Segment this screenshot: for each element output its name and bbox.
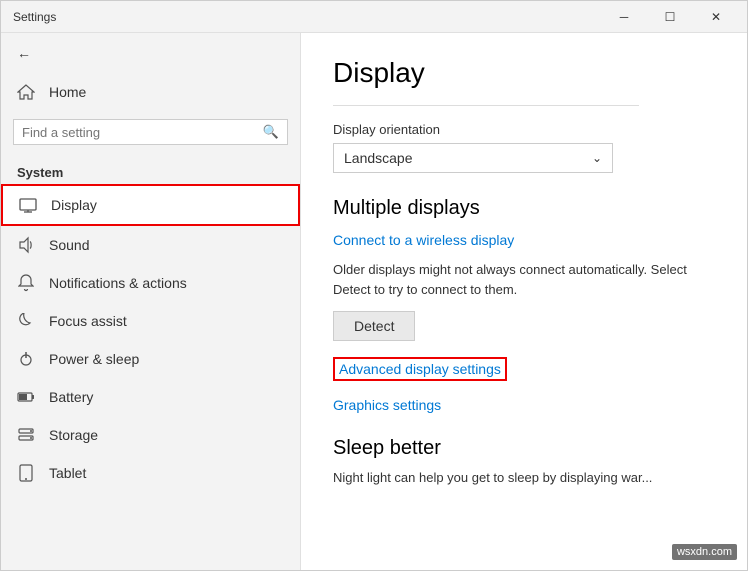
sidebar-item-display[interactable]: Display [1,184,300,226]
sidebar-item-tablet[interactable]: Tablet [1,454,300,492]
sidebar-item-focus-label: Focus assist [49,313,127,329]
sidebar-item-home[interactable]: Home [1,73,300,111]
bell-icon [17,274,35,292]
advanced-display-link[interactable]: Advanced display settings [333,357,507,381]
sidebar-item-display-label: Display [51,197,97,213]
sidebar: ← Home 🔍 System [1,33,301,570]
back-arrow-icon: ← [17,45,31,61]
graphics-settings-link[interactable]: Graphics settings [333,397,441,413]
sidebar-item-battery[interactable]: Battery [1,378,300,416]
divider [333,105,639,106]
sidebar-item-notifications[interactable]: Notifications & actions [1,264,300,302]
home-label: Home [49,84,86,100]
search-input[interactable] [22,125,257,140]
sidebar-item-power[interactable]: Power & sleep [1,340,300,378]
search-box[interactable]: 🔍 [13,119,288,145]
sleep-text: Night light can help you get to sleep by… [333,468,715,488]
battery-icon [17,388,35,406]
sidebar-item-storage-label: Storage [49,427,98,443]
search-icon: 🔍 [263,124,279,140]
main-content: Display Display orientation Landscape ⌄ … [301,33,747,570]
sound-icon [17,236,35,254]
sidebar-item-sound[interactable]: Sound [1,226,300,264]
detect-button[interactable]: Detect [333,311,415,341]
home-icon [17,83,35,101]
power-icon [17,350,35,368]
info-text: Older displays might not always connect … [333,260,713,299]
monitor-icon [19,196,37,214]
maximize-button[interactable]: ☐ [647,1,693,33]
tablet-icon [17,464,35,482]
sidebar-item-focus[interactable]: Focus assist [1,302,300,340]
wireless-display-link[interactable]: Connect to a wireless display [333,232,514,248]
sidebar-section-label: System [1,153,300,184]
titlebar-title: Settings [13,10,56,24]
storage-icon [17,426,35,444]
back-button[interactable]: ← [1,33,300,73]
chevron-down-icon: ⌄ [592,151,602,165]
minimize-button[interactable]: ─ [601,1,647,33]
titlebar-controls: ─ ☐ ✕ [601,1,739,33]
sidebar-item-tablet-label: Tablet [49,465,86,481]
titlebar: Settings ─ ☐ ✕ [1,1,747,33]
orientation-value: Landscape [344,150,413,166]
sidebar-item-storage[interactable]: Storage [1,416,300,454]
sidebar-item-power-label: Power & sleep [49,351,139,367]
orientation-dropdown[interactable]: Landscape ⌄ [333,143,613,173]
multiple-displays-heading: Multiple displays [333,197,715,220]
sidebar-item-notifications-label: Notifications & actions [49,275,187,291]
moon-icon [17,312,35,330]
sidebar-item-sound-label: Sound [49,237,89,253]
sidebar-item-battery-label: Battery [49,389,93,405]
close-button[interactable]: ✕ [693,1,739,33]
orientation-label: Display orientation [333,122,715,137]
sleep-heading: Sleep better [333,437,715,460]
page-title: Display [333,57,715,89]
